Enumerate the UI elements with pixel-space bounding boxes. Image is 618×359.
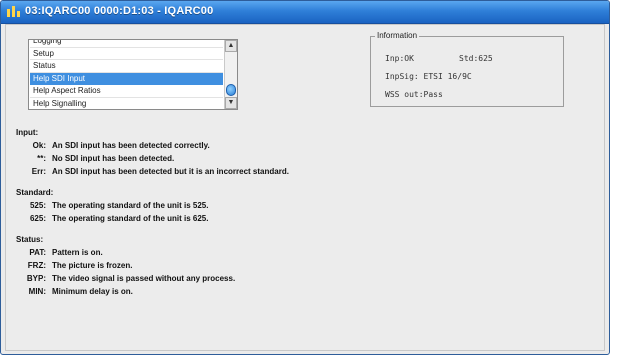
input-heading: Input: (16, 128, 39, 137)
status-code: MIN: (28, 287, 46, 296)
client-area: Logging Setup Status Help SDI Input Help… (5, 24, 605, 351)
app-window: 03:IQARC00 0000:D1:03 - IQARC00 Logging … (0, 0, 610, 355)
list-item-help-sdi-input[interactable]: Help SDI Input (30, 72, 223, 86)
input-desc: An SDI input has been detected but it is… (52, 167, 289, 176)
scroll-down-icon[interactable]: ▼ (225, 97, 237, 109)
listbox-scrollbar[interactable]: ▲ ▼ (224, 40, 237, 109)
app-icon (7, 6, 20, 17)
standard-code: 525: (29, 201, 46, 210)
list-item-help-signalling[interactable]: Help Signalling (30, 98, 223, 109)
standard-status: Std:625 (459, 54, 493, 63)
standard-heading: Standard: (16, 188, 54, 197)
status-desc: The picture is frozen. (52, 261, 133, 270)
input-desc: An SDI input has been detected correctly… (52, 141, 210, 150)
status-desc: The video signal is passed without any p… (52, 274, 236, 283)
input-desc: No SDI input has been detected. (52, 154, 175, 163)
input-code: **: (37, 154, 46, 163)
input-status: Inp:OK (385, 54, 414, 63)
menu-listbox[interactable]: Logging Setup Status Help SDI Input Help… (28, 39, 238, 110)
standard-desc: The operating standard of the unit is 52… (52, 201, 209, 210)
window-title: 03:IQARC00 0000:D1:03 - IQARC00 (25, 5, 214, 17)
input-signal-status: InpSig: ETSI 16/9C (385, 72, 472, 81)
status-desc: Minimum delay is on. (52, 287, 133, 296)
list-item-help-aspect-ratios[interactable]: Help Aspect Ratios (30, 85, 223, 98)
standard-code: 625: (29, 214, 46, 223)
status-code: FRZ: (27, 261, 46, 270)
information-panel: Information Inp:OK Std:625 InpSig: ETSI … (370, 31, 564, 107)
title-bar[interactable]: 03:IQARC00 0000:D1:03 - IQARC00 (1, 1, 609, 24)
wss-out-status: WSS out:Pass (385, 90, 443, 99)
list-item-logging[interactable]: Logging (30, 40, 223, 48)
information-title: Information (375, 31, 420, 40)
status-code: PAT: (29, 248, 46, 257)
status-desc: Pattern is on. (52, 248, 103, 257)
list-item-setup[interactable]: Setup (30, 48, 223, 61)
status-code: BYP: (26, 274, 46, 283)
status-heading: Status: (16, 235, 44, 244)
standard-desc: The operating standard of the unit is 62… (52, 214, 209, 223)
scroll-thumb[interactable] (226, 84, 236, 96)
menu-list: Logging Setup Status Help SDI Input Help… (30, 40, 223, 109)
input-code: Ok: (32, 141, 46, 150)
input-code: Err: (31, 167, 46, 176)
scroll-up-icon[interactable]: ▲ (225, 40, 237, 52)
list-item-status[interactable]: Status (30, 60, 223, 73)
